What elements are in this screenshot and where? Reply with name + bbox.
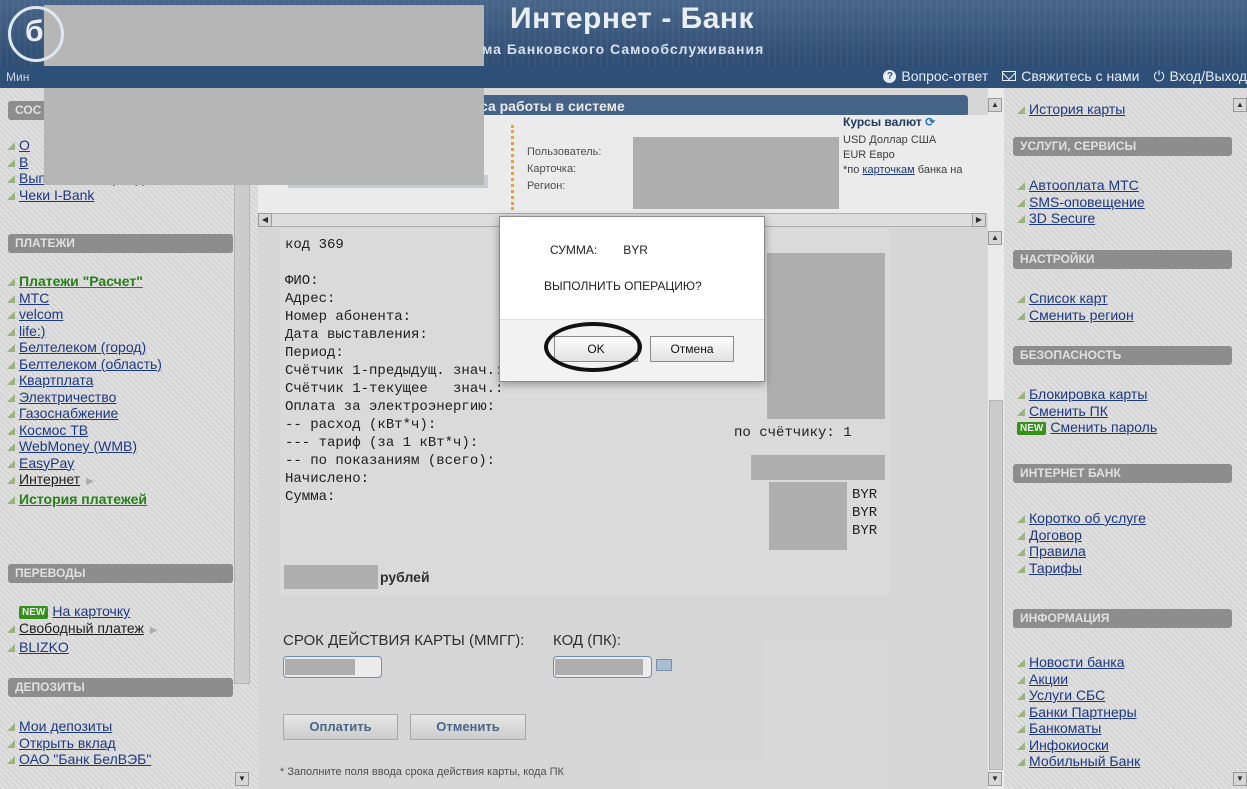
- page-title: Интернет - Банк: [510, 2, 755, 35]
- dialog-question: ВЫПОЛНИТЬ ОПЕРАЦИЮ?: [544, 279, 702, 293]
- page-subtitle: ма Банковского Самообслуживания: [482, 41, 765, 57]
- confirm-dialog: СУММА: BYR ВЫПОЛНИТЬ ОПЕРАЦИЮ? OK Отмена: [499, 216, 765, 382]
- modal-overlay: [0, 0, 1247, 789]
- top-links: ? Вопрос-ответ Свяжитесь с нами ⏻ Вход/В…: [883, 68, 1247, 84]
- power-icon: ⏻: [1153, 68, 1165, 84]
- strip-left-text: Мин: [6, 70, 30, 84]
- dialog-sum-label: СУММА:: [550, 243, 598, 257]
- login-logout-label: Вход/Выход: [1169, 68, 1247, 84]
- login-logout-link[interactable]: ⏻ Вход/Выход: [1153, 68, 1247, 84]
- contact-link[interactable]: Свяжитесь с нами: [1002, 68, 1139, 84]
- contact-link-label: Свяжитесь с нами: [1021, 68, 1140, 84]
- header-strip: Мин ? Вопрос-ответ Свяжитесь с нами ⏻ Вх…: [0, 66, 1247, 88]
- ok-button[interactable]: OK: [554, 336, 638, 362]
- dialog-footer: OK Отмена: [500, 319, 764, 381]
- faq-link[interactable]: ? Вопрос-ответ: [883, 68, 988, 84]
- dialog-sum-currency: BYR: [623, 243, 648, 257]
- question-icon: ?: [883, 69, 897, 83]
- bank-logo: б: [8, 6, 64, 62]
- dialog-sum-line: СУММА: BYR: [550, 243, 674, 257]
- mail-icon: [1002, 71, 1017, 81]
- faq-link-label: Вопрос-ответ: [901, 68, 989, 84]
- dialog-cancel-button[interactable]: Отмена: [650, 336, 734, 362]
